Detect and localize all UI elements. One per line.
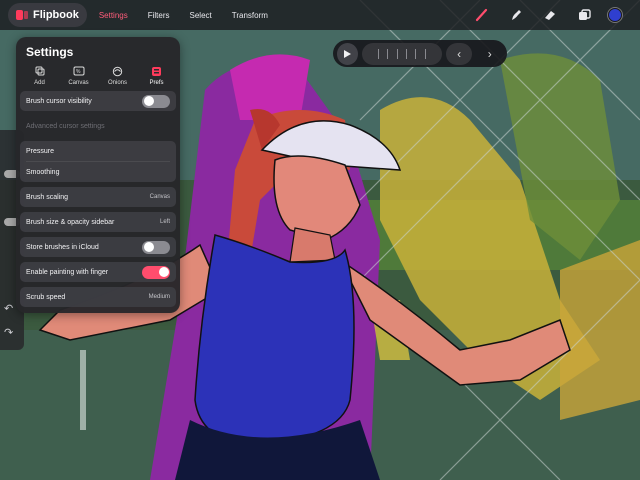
frame-scrubber[interactable] xyxy=(361,42,442,65)
smoothing-row[interactable]: Smoothing xyxy=(20,162,176,182)
playback-bar: ‹ › xyxy=(333,40,507,67)
brush-sidebar-label: Brush size & opacity sidebar xyxy=(26,218,115,226)
play-icon xyxy=(344,49,352,58)
play-button[interactable] xyxy=(337,42,358,65)
prefs-icon xyxy=(151,65,163,77)
finger-painting-label: Enable painting with finger xyxy=(26,268,109,276)
brush-sidebar-value: Left xyxy=(159,219,170,225)
previous-frame-button[interactable]: ‹ xyxy=(445,42,473,65)
settings-panel: Settings Add % Canvas Onions Prefs Brush… xyxy=(16,37,180,313)
svg-text:%: % xyxy=(76,69,81,75)
tab-prefs-label: Prefs xyxy=(149,80,164,86)
store-brushes-toggle[interactable] xyxy=(142,240,170,254)
tool-icons xyxy=(472,5,632,25)
brush-icon[interactable] xyxy=(472,5,492,25)
app-name: Flipbook xyxy=(33,9,79,21)
tab-canvas-label: Canvas xyxy=(68,80,89,86)
finger-painting-toggle[interactable] xyxy=(142,265,170,279)
pressure-label: Pressure xyxy=(26,147,55,155)
undo-icon[interactable]: ↶ xyxy=(4,302,13,315)
store-brushes-label: Store brushes in iCloud xyxy=(26,243,99,251)
scrub-speed-label: Scrub speed xyxy=(26,293,66,301)
eraser-icon[interactable] xyxy=(540,5,560,25)
top-toolbar: Flipbook Settings Filters Select Transfo… xyxy=(0,0,640,30)
settings-tabbar: Add % Canvas Onions Prefs xyxy=(20,65,176,86)
pressure-row[interactable]: Pressure xyxy=(20,141,176,161)
advanced-cursor-settings-label: Advanced cursor settings xyxy=(26,122,105,130)
menu-select[interactable]: Select xyxy=(182,7,220,24)
brush-cursor-visibility-row: Brush cursor visibility xyxy=(20,91,176,111)
menu-transform[interactable]: Transform xyxy=(224,7,276,24)
store-brushes-row: Store brushes in iCloud xyxy=(20,237,176,257)
tab-add[interactable]: Add xyxy=(21,65,59,86)
pressure-smoothing-group: Pressure Smoothing xyxy=(20,141,176,182)
brush-cursor-visibility-label: Brush cursor visibility xyxy=(26,97,92,105)
finger-painting-row: Enable painting with finger xyxy=(20,262,176,282)
onion-skin-icon xyxy=(112,65,124,77)
brush-scaling-row[interactable]: Brush scaling Canvas xyxy=(20,187,176,207)
smoothing-label: Smoothing xyxy=(26,168,60,176)
chevron-left-icon: ‹ xyxy=(457,46,462,61)
brush-sidebar-row[interactable]: Brush size & opacity sidebar Left xyxy=(20,212,176,232)
tab-onions[interactable]: Onions xyxy=(99,65,137,86)
brush-scaling-label: Brush scaling xyxy=(26,193,69,201)
next-frame-button[interactable]: › xyxy=(476,43,503,65)
app-brand-button[interactable]: Flipbook xyxy=(8,3,87,27)
smudge-icon[interactable] xyxy=(506,5,526,25)
redo-icon[interactable]: ↷ xyxy=(4,326,13,339)
chevron-right-icon: › xyxy=(487,46,492,61)
menu-settings[interactable]: Settings xyxy=(91,7,136,24)
layers-icon[interactable] xyxy=(574,5,594,25)
brush-scaling-value: Canvas xyxy=(149,194,170,200)
menu-filters[interactable]: Filters xyxy=(140,7,178,24)
scrub-speed-row[interactable]: Scrub speed Medium xyxy=(20,287,176,307)
canvas-icon: % xyxy=(73,65,85,77)
add-frame-icon xyxy=(34,65,46,77)
advanced-cursor-settings-row: Advanced cursor settings xyxy=(20,116,176,136)
tab-prefs[interactable]: Prefs xyxy=(138,65,176,86)
scrub-speed-value: Medium xyxy=(148,294,170,300)
flipbook-logo-icon xyxy=(16,10,28,20)
settings-title: Settings xyxy=(26,45,74,59)
color-picker-swatch[interactable] xyxy=(608,8,622,22)
tab-add-label: Add xyxy=(34,80,45,86)
tab-onions-label: Onions xyxy=(107,80,127,86)
tab-canvas[interactable]: % Canvas xyxy=(60,65,98,86)
brush-cursor-visibility-toggle[interactable] xyxy=(142,94,170,108)
